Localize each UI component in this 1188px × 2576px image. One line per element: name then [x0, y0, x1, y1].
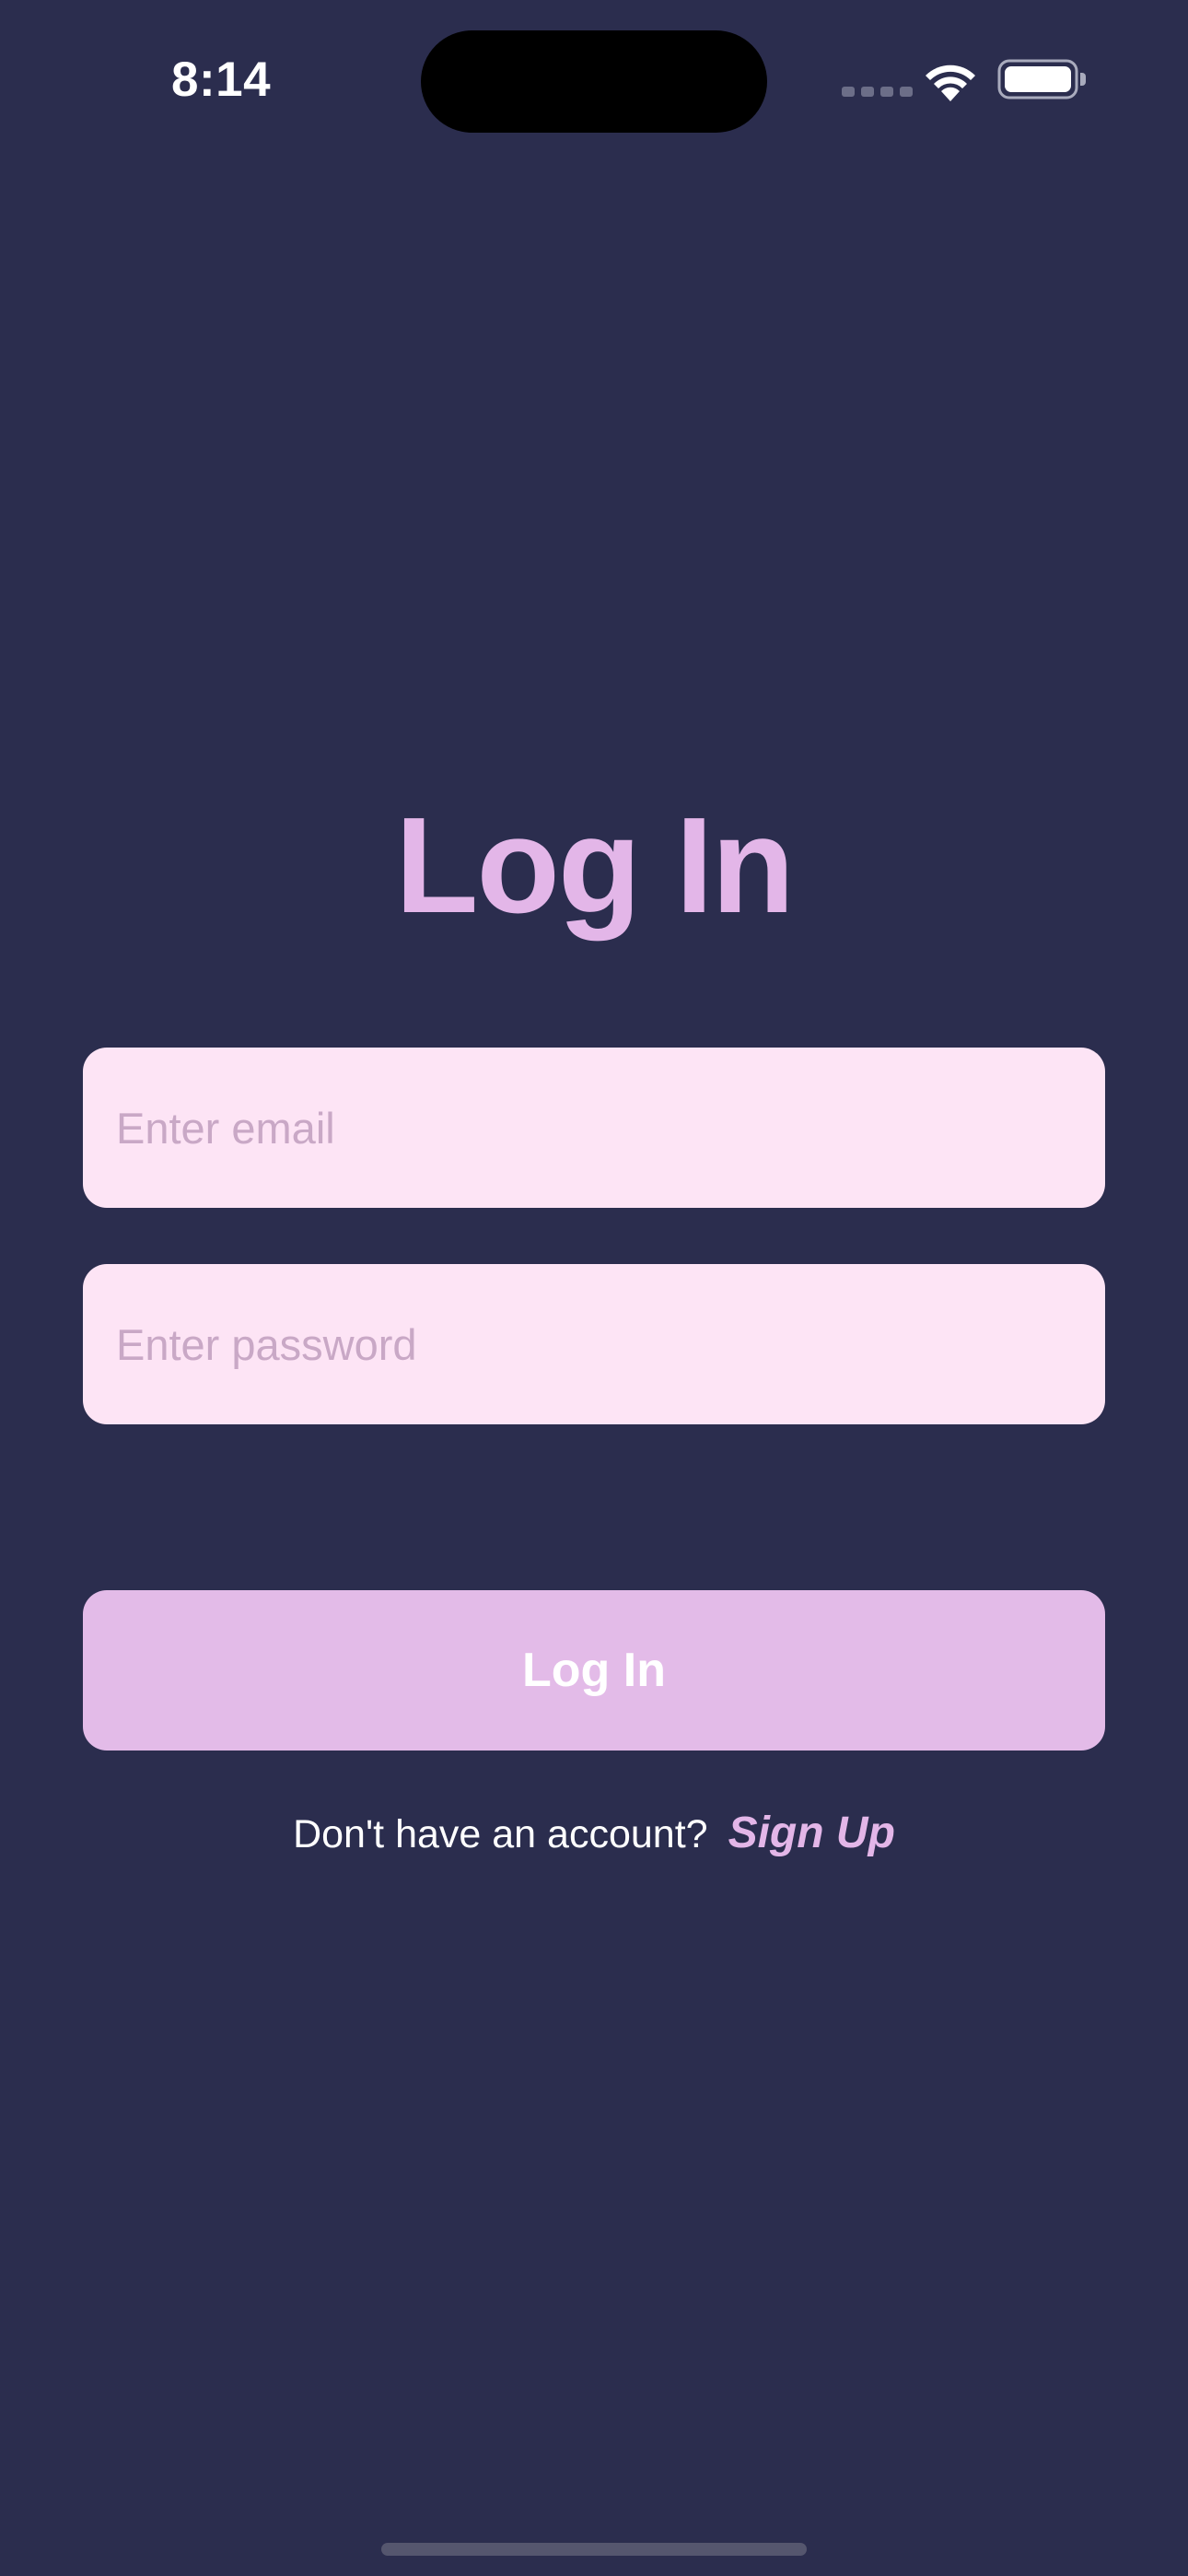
home-indicator[interactable] — [381, 2543, 807, 2556]
password-field[interactable] — [116, 1264, 1072, 1424]
email-field[interactable] — [116, 1048, 1072, 1208]
wifi-icon — [926, 64, 975, 101]
signal-dots-icon — [842, 87, 913, 97]
login-button[interactable]: Log In — [83, 1590, 1105, 1751]
page-title: Log In — [395, 790, 795, 942]
password-field-container[interactable] — [83, 1264, 1105, 1424]
signup-row: Don't have an account? Sign Up — [0, 1801, 1188, 1866]
email-field-container[interactable] — [83, 1048, 1105, 1208]
signup-prompt: Don't have an account? — [293, 1812, 708, 1856]
signup-link[interactable]: Sign Up — [728, 1809, 895, 1857]
status-bar-time: 8:14 — [171, 53, 272, 107]
login-screen: 8:14 Log In Log In Don't have an account… — [0, 0, 1188, 2576]
dynamic-island — [421, 30, 767, 133]
battery-icon — [997, 59, 1086, 100]
